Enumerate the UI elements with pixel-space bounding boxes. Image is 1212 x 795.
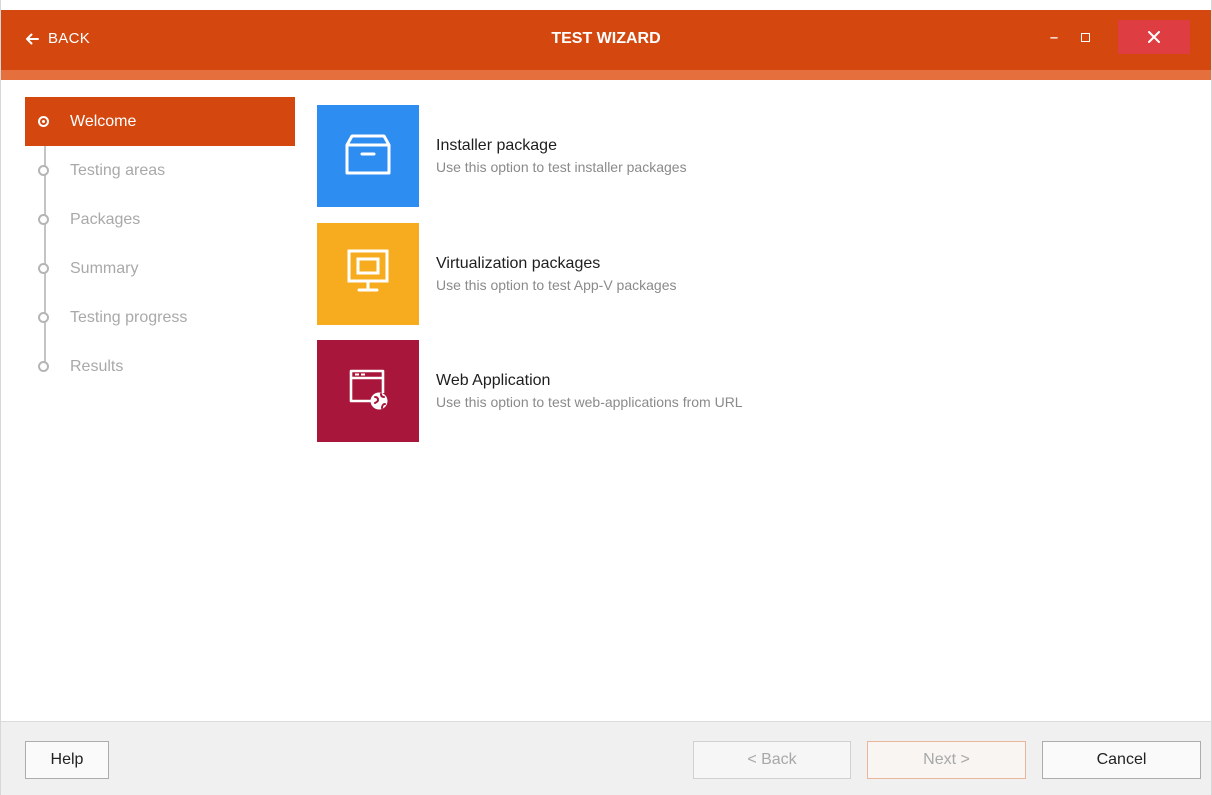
back-button[interactable]: < Back <box>693 741 851 779</box>
option-description: Use this option to test installer packag… <box>436 159 687 175</box>
step-label: Results <box>70 357 124 375</box>
option-title: Installer package <box>436 137 557 154</box>
step-label: Summary <box>70 259 139 277</box>
step-label: Welcome <box>70 112 137 130</box>
step-testing-areas[interactable]: Testing areas <box>25 146 295 195</box>
wizard-steps: Welcome Testing areas Packages Summary T… <box>25 97 295 391</box>
next-button[interactable]: Next > <box>867 741 1026 779</box>
footer-bar: Help < Back Next > Cancel <box>1 721 1211 795</box>
option-title: Web Application <box>436 372 551 389</box>
step-label: Testing progress <box>70 308 188 326</box>
installer-package-tile <box>317 105 419 207</box>
minimize-icon: – <box>1049 26 1059 48</box>
step-summary[interactable]: Summary <box>25 244 295 293</box>
step-label: Testing areas <box>70 161 166 179</box>
step-pending-icon <box>38 214 49 225</box>
back-link-label: BACK <box>48 30 91 47</box>
wizard-window: BACK TEST WIZARD – Welcome Testing areas… <box>0 0 1212 795</box>
step-active-icon <box>38 116 49 127</box>
step-pending-icon <box>38 263 49 274</box>
option-description: Use this option to test App-V packages <box>436 277 677 293</box>
step-testing-progress[interactable]: Testing progress <box>25 293 295 342</box>
option-title: Virtualization packages <box>436 255 601 272</box>
package-box-icon <box>342 130 394 182</box>
option-virtualization-packages[interactable]: Virtualization packages Use this option … <box>317 223 1037 325</box>
step-pending-icon <box>38 165 49 176</box>
step-pending-icon <box>38 312 49 323</box>
step-packages[interactable]: Packages <box>25 195 295 244</box>
web-application-tile <box>317 340 419 442</box>
monitor-icon <box>344 247 392 301</box>
web-app-globe-icon <box>344 365 392 417</box>
option-web-application[interactable]: Web Application Use this option to test … <box>317 340 1037 442</box>
help-button[interactable]: Help <box>25 741 109 779</box>
option-description: Use this option to test web-applications… <box>436 394 743 410</box>
minimize-button[interactable]: – <box>1042 20 1066 54</box>
option-installer-package[interactable]: Installer package Use this option to tes… <box>317 105 1037 207</box>
back-link[interactable]: BACK <box>25 30 90 47</box>
title-bar: BACK TEST WIZARD – <box>1 10 1211 70</box>
step-results[interactable]: Results <box>25 342 295 391</box>
close-button[interactable] <box>1118 20 1190 54</box>
step-welcome[interactable]: Welcome <box>25 97 295 146</box>
step-label: Packages <box>70 210 141 228</box>
step-pending-icon <box>38 361 49 372</box>
maximize-icon <box>1080 32 1090 42</box>
title-bar-accent-strip <box>1 70 1211 80</box>
window-title: TEST WIZARD <box>551 30 661 47</box>
close-icon <box>1148 28 1160 47</box>
maximize-button[interactable] <box>1073 20 1097 54</box>
virtualization-tile <box>317 223 419 325</box>
cancel-button[interactable]: Cancel <box>1042 741 1201 779</box>
arrow-left-icon <box>25 33 39 45</box>
